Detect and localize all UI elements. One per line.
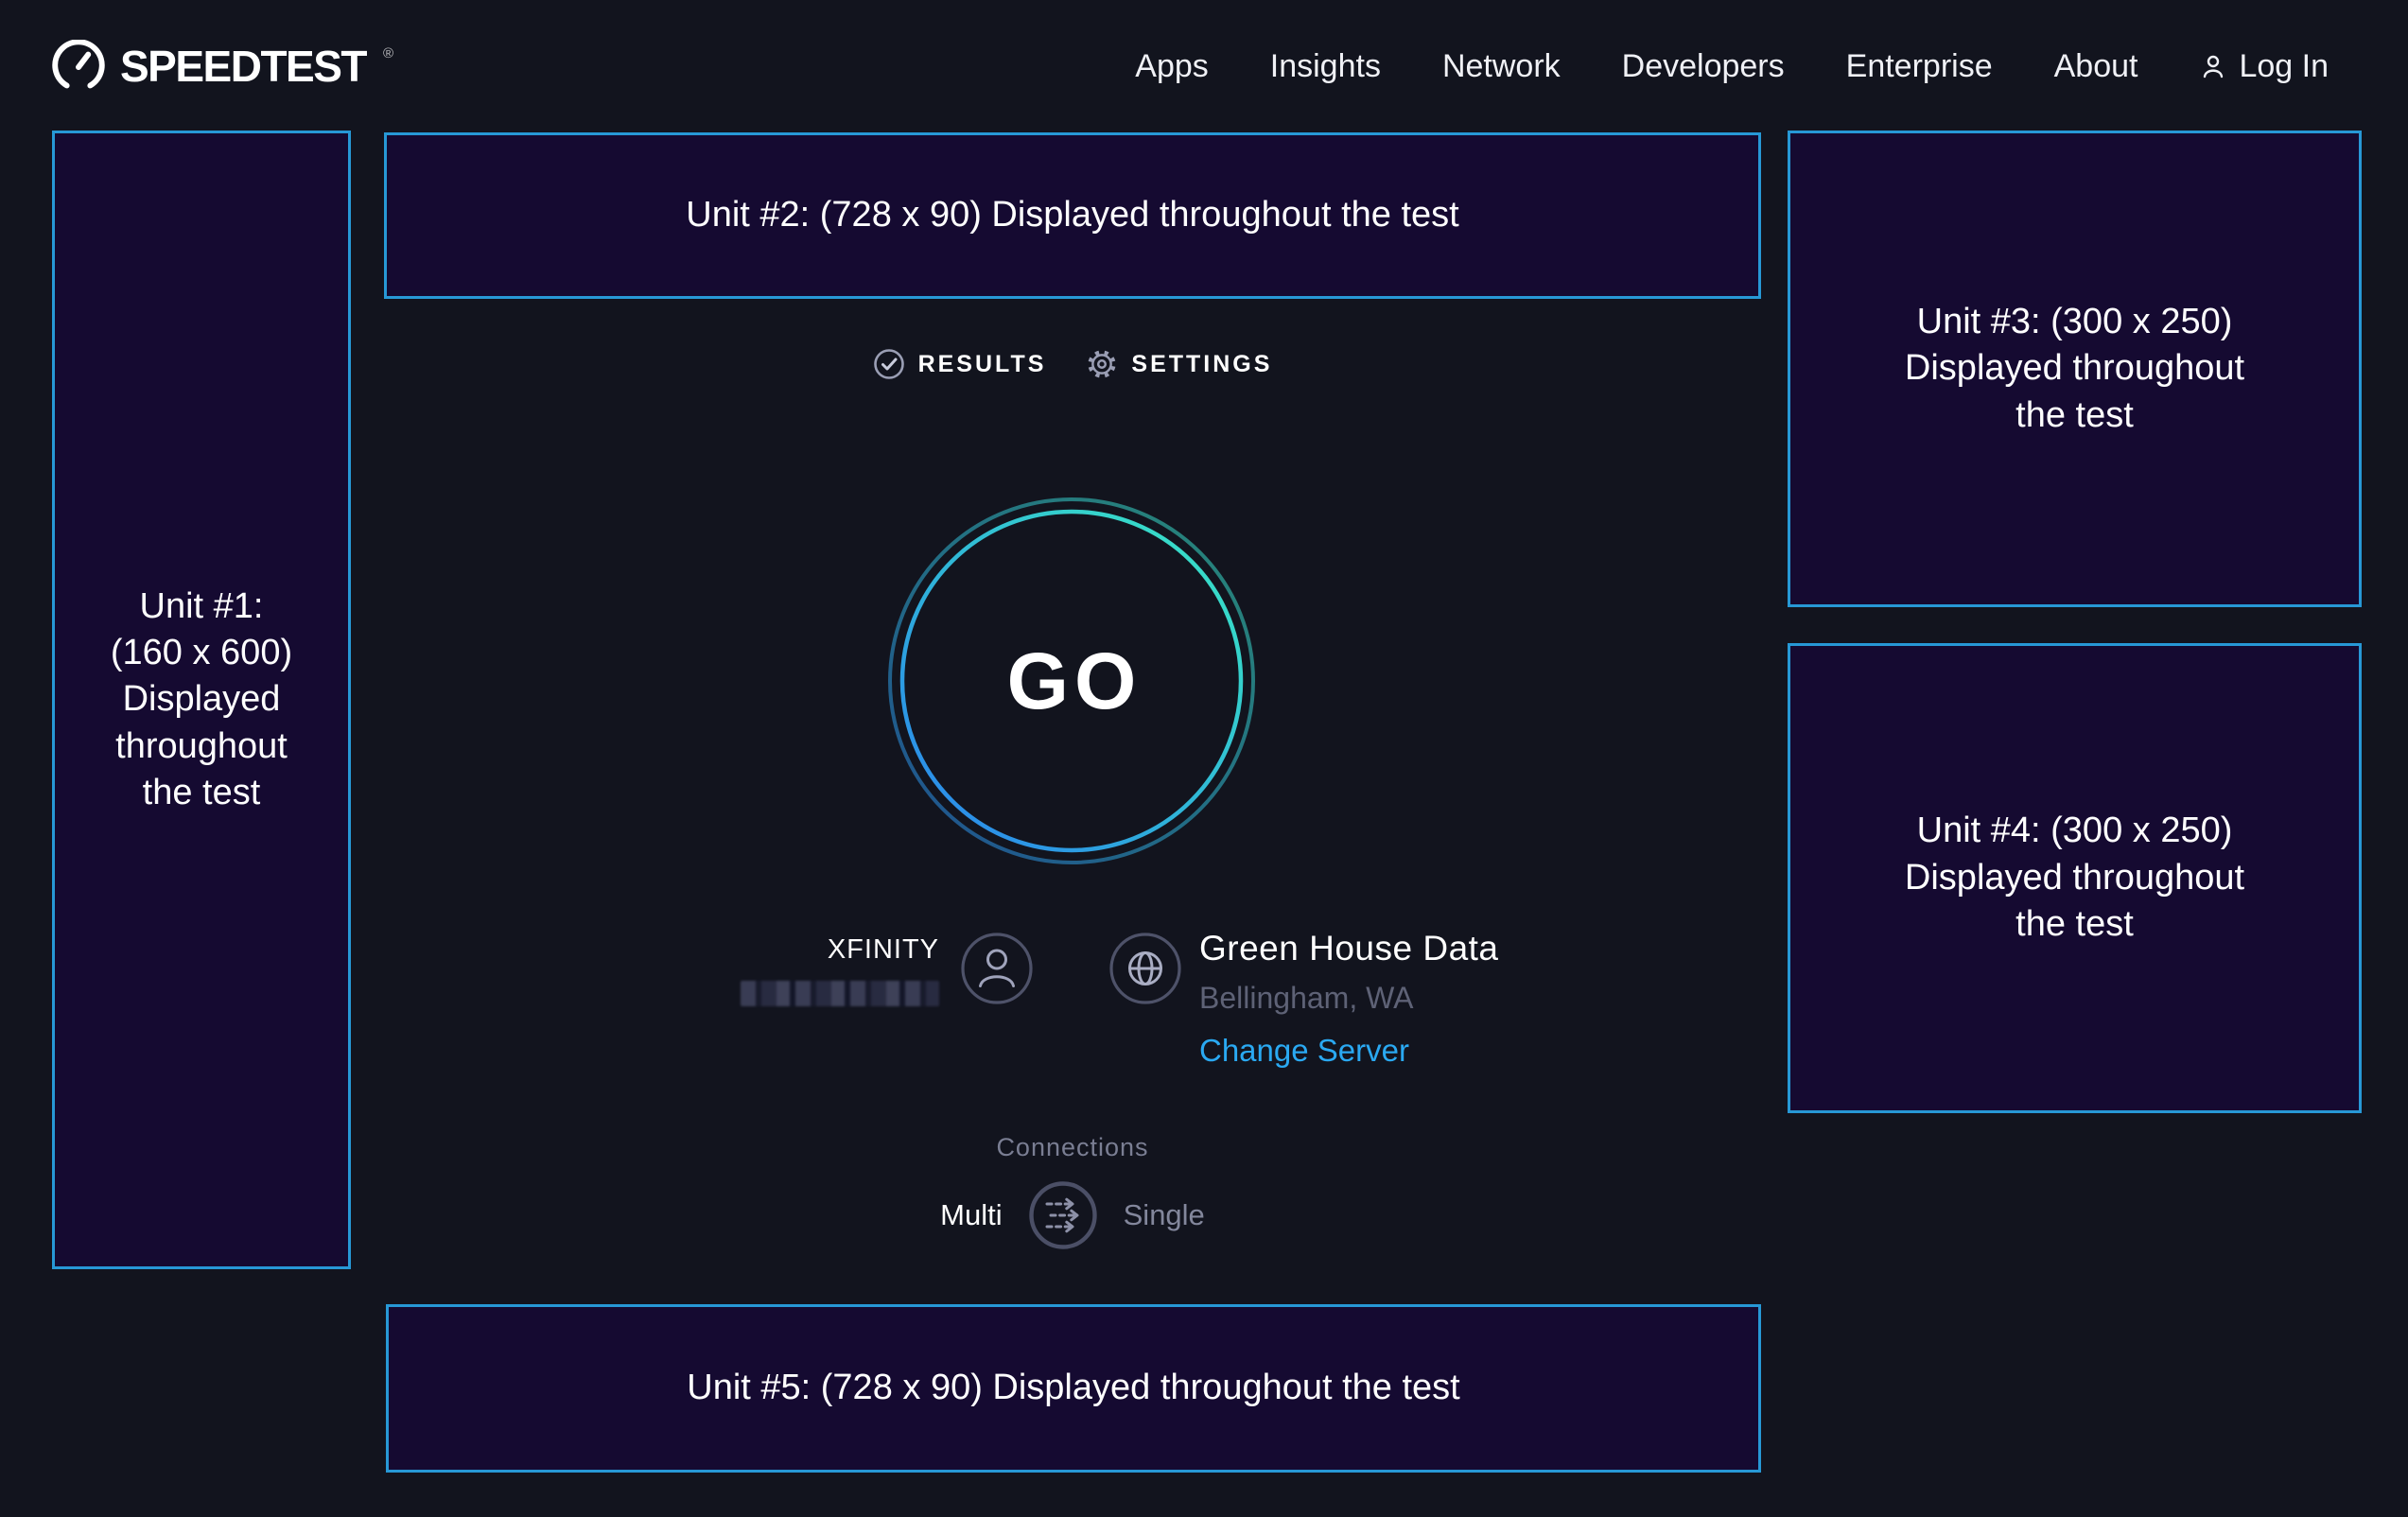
ad-unit-2-text: Unit #2: (728 x 90) Displayed throughout… — [686, 192, 1458, 238]
nav-item-network[interactable]: Network — [1442, 48, 1561, 85]
tab-bar: RESULTS SETTINGS — [384, 333, 1761, 395]
tab-results[interactable]: RESULTS — [873, 348, 1047, 380]
logo-wordmark: SPEEDTEST — [120, 41, 366, 92]
globe-icon — [1108, 932, 1182, 1005]
server-name: Green House Data — [1199, 928, 1499, 969]
speedtest-logo[interactable]: SPEEDTEST ® — [52, 40, 393, 93]
connections-heading: Connections — [384, 1133, 1761, 1162]
ad-unit-3-line: the test — [2015, 392, 2134, 439]
ad-unit-4-line: Unit #4: (300 x 250) — [1917, 808, 2233, 854]
check-circle-icon — [873, 348, 905, 380]
nav-item-insights[interactable]: Insights — [1270, 48, 1381, 85]
speedtest-page: SPEEDTEST ® Apps Insights Network Develo… — [0, 0, 2408, 1517]
ad-unit-5[interactable]: Unit #5: (728 x 90) Displayed throughout… — [386, 1304, 1761, 1473]
go-button[interactable]: GO — [887, 497, 1256, 865]
tab-settings-label: SETTINGS — [1131, 351, 1272, 378]
nav-item-about[interactable]: About — [2054, 48, 2138, 85]
user-icon — [2199, 52, 2227, 80]
tab-settings[interactable]: SETTINGS — [1086, 348, 1272, 380]
ad-unit-3-line: Displayed throughout — [1905, 345, 2244, 392]
ad-unit-3-line: Unit #3: (300 x 250) — [1917, 299, 2233, 345]
isp-block: XFINITY — [733, 934, 939, 1006]
server-location: Bellingham, WA — [1199, 981, 1499, 1016]
masked-ip-address — [741, 981, 939, 1006]
ad-unit-3[interactable]: Unit #3: (300 x 250) Displayed throughou… — [1788, 131, 2362, 607]
nav-item-apps[interactable]: Apps — [1135, 48, 1209, 85]
ad-unit-1-line: (160 x 600) — [111, 630, 292, 676]
isp-user-icon — [960, 932, 1034, 1005]
nav-item-developers[interactable]: Developers — [1622, 48, 1785, 85]
ad-unit-1-line: Unit #1: — [140, 584, 264, 630]
top-nav: SPEEDTEST ® Apps Insights Network Develo… — [0, 0, 2408, 132]
speedometer-logo-icon — [52, 40, 105, 93]
main-nav: Apps Insights Network Developers Enterpr… — [1135, 48, 2329, 85]
server-block: Green House Data Bellingham, WA Change S… — [1199, 928, 1499, 1069]
ad-unit-5-text: Unit #5: (728 x 90) Displayed throughout… — [687, 1365, 1459, 1411]
login-button[interactable]: Log In — [2199, 48, 2329, 85]
isp-name: XFINITY — [733, 934, 939, 966]
ad-unit-1-line: Displayed — [123, 676, 281, 723]
go-label: GO — [887, 497, 1256, 865]
connections-toggle-row: Multi Single — [384, 1179, 1761, 1251]
nav-item-enterprise[interactable]: Enterprise — [1846, 48, 1993, 85]
ad-unit-4-line: Displayed throughout — [1905, 855, 2244, 901]
trademark-symbol: ® — [383, 45, 393, 61]
ad-unit-4[interactable]: Unit #4: (300 x 250) Displayed throughou… — [1788, 643, 2362, 1113]
ad-unit-1-line: the test — [143, 770, 261, 816]
change-server-link[interactable]: Change Server — [1199, 1033, 1499, 1069]
connections-multi-option[interactable]: Multi — [940, 1198, 1002, 1232]
ad-unit-1-line: throughout — [115, 724, 288, 770]
tab-results-label: RESULTS — [918, 351, 1047, 378]
ad-unit-2[interactable]: Unit #2: (728 x 90) Displayed throughout… — [384, 132, 1761, 299]
connection-mode-toggle-icon[interactable] — [1027, 1179, 1099, 1251]
connections-single-option[interactable]: Single — [1124, 1198, 1205, 1232]
login-label: Log In — [2239, 48, 2329, 85]
gear-icon — [1086, 348, 1118, 380]
ad-unit-4-line: the test — [2015, 901, 2134, 948]
ad-unit-1[interactable]: Unit #1: (160 x 600) Displayed throughou… — [52, 131, 351, 1269]
